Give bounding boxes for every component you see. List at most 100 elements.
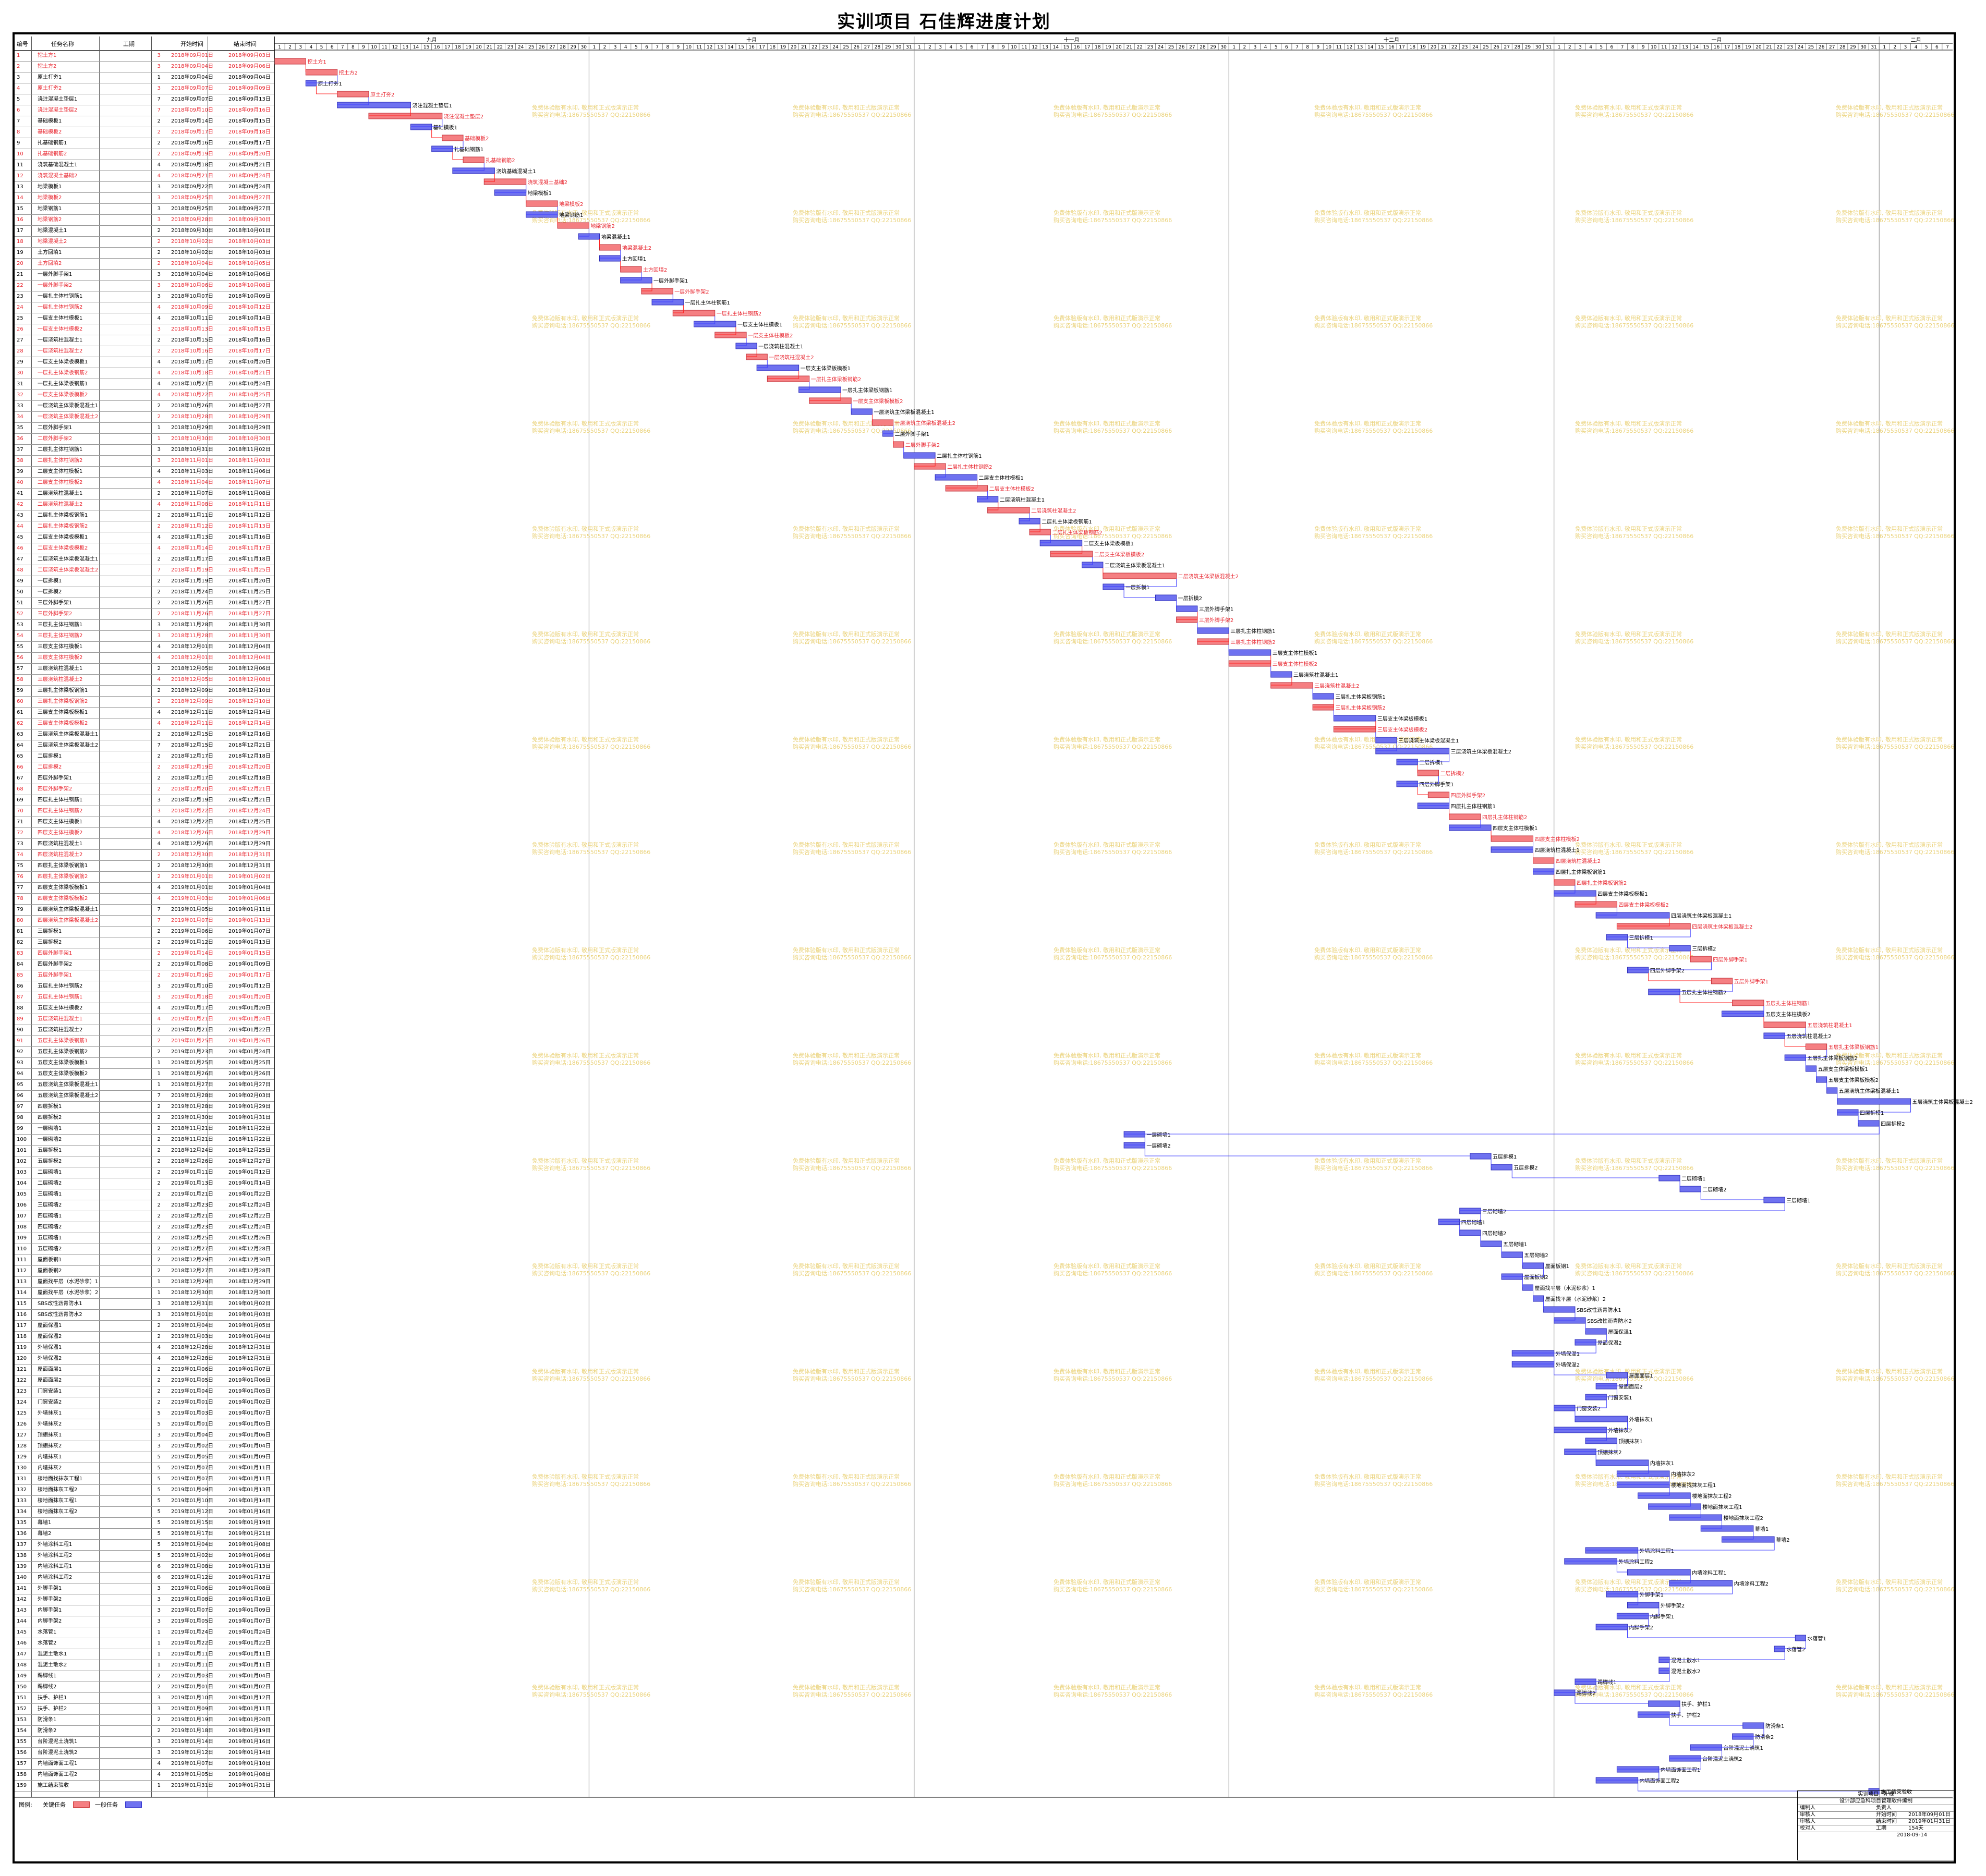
info-date: 2018-09-14 xyxy=(1897,1832,1928,1838)
gantt-chart: 九月1 2 3 4 5 6 7 8 9 10 11 12 13 14 15 16 17 18 19 20 21 22 23 2… xyxy=(15,36,1973,1798)
watermark-text: 购买咨询电话:18675550537 QQ:22150866 xyxy=(1836,111,1954,118)
day-label: 5 xyxy=(635,45,638,50)
day-label: 6 xyxy=(1610,45,1613,50)
day-label: 26 xyxy=(539,45,545,50)
watermark-text: 免费体验版有水印, 敬用和正式版演示正常 xyxy=(1314,630,1421,638)
bar-label: 原土打夯1 xyxy=(318,80,342,87)
day-label: 29 xyxy=(1210,45,1216,50)
bar-label: 土方回填2 xyxy=(643,266,667,273)
watermark-text: 购买咨询电话:18675550537 QQ:22150866 xyxy=(1314,1059,1433,1066)
bar-label: 一层支主体梁板模板2 xyxy=(853,398,903,405)
watermark-text: 免费体验版有水印, 敬用和正式版演示正常 xyxy=(532,946,639,954)
gantt-bar xyxy=(557,222,589,229)
watermark-text: 购买咨询电话:18675550537 QQ:22150866 xyxy=(793,848,911,856)
bar-label: 四层砌墙1 xyxy=(1461,1219,1485,1226)
day-label: 15 xyxy=(423,45,429,50)
watermark-text: 免费体验版有水印, 敬用和正式版演示正常 xyxy=(1053,841,1160,848)
gantt-bar xyxy=(1826,1087,1838,1094)
watermark-text: 免费体验版有水印, 敬用和正式版演示正常 xyxy=(1836,420,1943,427)
bar-label: 屋面保温1 xyxy=(1608,1329,1632,1335)
day-label: 2 xyxy=(603,45,607,50)
dependency-link xyxy=(1648,973,1712,981)
day-label: 8 xyxy=(666,45,669,50)
bar-label: 二层支主体柱模板2 xyxy=(989,485,1034,492)
bar-label: 五层砌墙1 xyxy=(1503,1241,1527,1248)
day-label: 5 xyxy=(1275,45,1278,50)
day-label: 19 xyxy=(465,45,471,50)
legend-normal-swatch xyxy=(125,1801,142,1808)
watermark-text: 购买咨询电话:18675550537 QQ:22150866 xyxy=(532,427,650,434)
watermark-text: 购买咨询电话:18675550537 QQ:22150866 xyxy=(793,743,911,750)
day-label: 11 xyxy=(696,45,702,50)
gantt-bar xyxy=(1763,1197,1785,1203)
watermark-text: 购买咨询电话:18675550537 QQ:22150866 xyxy=(532,954,650,961)
day-label: 16 xyxy=(1714,45,1720,50)
bar-label: 三层支主体梁板模板2 xyxy=(1377,726,1427,733)
gantt-bar xyxy=(1103,572,1177,579)
watermark-text: 免费体验版有水印, 敬用和正式版演示正常 xyxy=(1053,1473,1160,1480)
gantt-bar xyxy=(1763,1021,1806,1028)
day-label: 10 xyxy=(1651,45,1657,50)
watermark-text: 免费体验版有水印, 敬用和正式版演示正常 xyxy=(532,630,639,638)
day-label: 14 xyxy=(1367,45,1374,50)
watermark-text: 免费体验版有水印, 敬用和正式版演示正常 xyxy=(1053,1684,1160,1691)
day-label: 31 xyxy=(1871,45,1876,50)
watermark-text: 免费体验版有水印, 敬用和正式版演示正常 xyxy=(532,736,639,743)
watermark-text: 免费体验版有水印, 敬用和正式版演示正常 xyxy=(532,1157,639,1164)
bar-label: 地梁混凝土2 xyxy=(622,245,651,251)
watermark-text: 免费体验版有水印, 敬用和正式版演示正常 xyxy=(1575,209,1682,216)
watermark-text: 免费体验版有水印, 敬用和正式版演示正常 xyxy=(1053,104,1160,111)
gantt-bar xyxy=(1805,1043,1827,1050)
watermark-text: 购买咨询电话:18675550537 QQ:22150866 xyxy=(1575,954,1693,961)
day-label: 2 xyxy=(1568,45,1571,50)
info-row: 编制人 负责人 xyxy=(1798,1805,1954,1812)
watermark-text: 免费体验版有水印, 敬用和正式版演示正常 xyxy=(1053,420,1160,427)
bar-label: 防滑条2 xyxy=(1755,1734,1774,1740)
day-label: 9 xyxy=(676,45,680,50)
gantt-bar xyxy=(851,408,873,415)
bar-label: 二层浇筑主体梁板混凝土2 xyxy=(1178,573,1239,580)
day-label: 15 xyxy=(738,45,744,50)
day-label: 24 xyxy=(1798,45,1804,50)
bar-label: 一层扎主体柱钢筋2 xyxy=(717,310,761,317)
bar-label: 外脚手架2 xyxy=(1661,1602,1685,1609)
day-label: 8 xyxy=(1631,45,1634,50)
day-label: 13 xyxy=(1682,45,1688,50)
day-label: 27 xyxy=(1504,45,1509,50)
day-label: 30 xyxy=(581,45,587,50)
bar-label: 二层砌墙2 xyxy=(1702,1186,1726,1193)
watermark-text: 购买咨询电话:18675550537 QQ:22150866 xyxy=(1053,427,1172,434)
bar-label: 五层砌墙2 xyxy=(1524,1252,1548,1259)
watermark-text: 免费体验版有水印, 敬用和正式版演示正常 xyxy=(1836,841,1943,848)
bar-label: 五层扎主体柱钢筋2 xyxy=(1681,989,1726,996)
watermark-text: 购买咨询电话:18675550537 QQ:22150866 xyxy=(793,1586,911,1593)
day-label: 15 xyxy=(1378,45,1384,50)
bar-label: 内脚手架1 xyxy=(1650,1613,1674,1620)
gantt-bar xyxy=(1522,1262,1544,1269)
day-label: 23 xyxy=(822,45,828,50)
watermark-text: 购买咨询电话:18675550537 QQ:22150866 xyxy=(1314,848,1433,856)
bar-label: 二层扎主体柱钢筋2 xyxy=(947,464,992,470)
watermark-text: 免费体验版有水印, 敬用和正式版演示正常 xyxy=(1314,841,1421,848)
watermark-text: 免费体验版有水印, 敬用和正式版演示正常 xyxy=(793,1473,900,1480)
watermark-text: 购买咨询电话:18675550537 QQ:22150866 xyxy=(1053,1586,1172,1593)
bar-label: 五层浇筑柱混凝土1 xyxy=(1807,1022,1852,1029)
dependency-link xyxy=(1627,1630,1796,1638)
day-label: 18 xyxy=(1409,45,1415,50)
day-label: 4 xyxy=(1589,45,1592,50)
watermark-text: 免费体验版有水印, 敬用和正式版演示正常 xyxy=(1575,525,1682,532)
day-label: 12 xyxy=(1347,45,1352,50)
day-label: 11 xyxy=(1336,45,1342,50)
watermark-text: 购买咨询电话:18675550537 QQ:22150866 xyxy=(1575,638,1693,645)
watermark-text: 免费体验版有水印, 敬用和正式版演示正常 xyxy=(532,420,639,427)
watermark-text: 免费体验版有水印, 敬用和正式版演示正常 xyxy=(1314,946,1421,954)
day-label: 26 xyxy=(1179,45,1185,50)
bar-label: 台阶混泥土浇筑2 xyxy=(1702,1756,1742,1762)
bar-label: SBS改性沥青防水1 xyxy=(1577,1307,1621,1313)
day-label: 30 xyxy=(895,45,902,50)
day-label: 20 xyxy=(1116,45,1122,50)
day-label: 29 xyxy=(570,45,576,50)
gantt-bar xyxy=(1606,1372,1628,1379)
day-label: 8 xyxy=(1306,45,1309,50)
day-label: 27 xyxy=(549,45,555,50)
